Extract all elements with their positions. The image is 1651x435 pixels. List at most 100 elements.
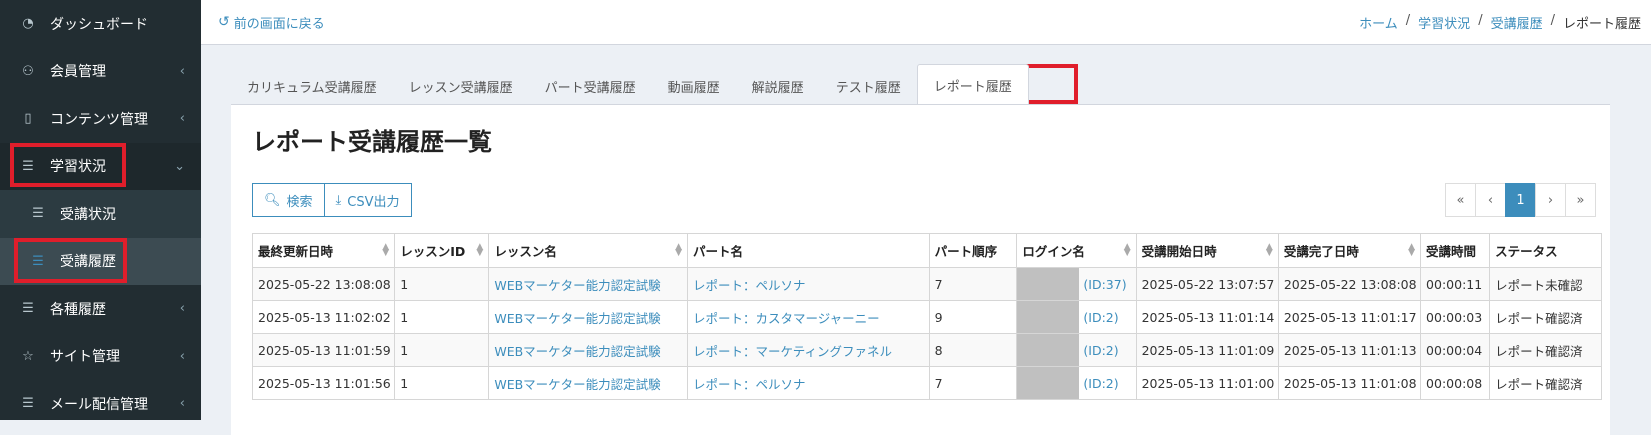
table-row: 2025-05-13 11:02:02 1 WEBマーケター能力認定試験 レポー…: [251, 300, 1602, 334]
cell-duration: 00:00:11: [1420, 267, 1491, 301]
search-button[interactable]: 🔍︎ 検索: [252, 183, 325, 217]
cell-start: 2025-05-22 13:07:57: [1135, 267, 1279, 301]
tab-video[interactable]: 動画履歴: [652, 67, 736, 105]
sidebar-item-label: ダッシュボード: [50, 16, 148, 33]
list-icon: ☰: [22, 301, 34, 317]
column-header[interactable]: レッスンID ▲ ▼: [394, 233, 490, 268]
page-1[interactable]: 1: [1505, 183, 1536, 217]
breadcrumb: ホーム / 学習状況 / 受講履歴 / レポート履歴: [1359, 13, 1641, 32]
sidebar-item-site-admin[interactable]: ☆ サイト管理 ‹: [0, 333, 201, 381]
pagination: « ‹ 1 › »: [1445, 183, 1596, 217]
column-header[interactable]: 受講完了日時 ▲ ▼: [1277, 233, 1422, 268]
sidebar-item-various-history[interactable]: ☰ 各種履歴 ‹: [0, 285, 201, 333]
cell-status: レポート未確認: [1489, 267, 1602, 301]
redaction-block: [1017, 301, 1080, 333]
breadcrumb-learning-status[interactable]: 学習状況: [1418, 13, 1470, 32]
sidebar-item-mail-admin[interactable]: ☰ メール配信管理 ‹: [0, 380, 201, 428]
chevron-left-icon: ‹: [179, 348, 185, 364]
table-row: 2025-05-22 13:08:08 1 WEBマーケター能力認定試験 レポー…: [251, 267, 1602, 301]
csv-button-label: CSV出力: [347, 194, 400, 210]
book-icon: ▯: [24, 111, 32, 127]
page-next[interactable]: ›: [1535, 183, 1566, 217]
sidebar-item-dashboard[interactable]: ◔ ダッシュボード: [0, 0, 201, 48]
breadcrumb-attendance-history[interactable]: 受講履歴: [1491, 13, 1543, 32]
star-icon: ☆: [22, 348, 34, 364]
list-icon: ☰: [22, 158, 34, 174]
table-row: 2025-05-13 11:01:56 1 WEBマーケター能力認定試験 レポー…: [251, 366, 1602, 400]
sidebar-item-attendance-history[interactable]: ☰ 受講履歴: [0, 237, 201, 285]
report-history-table: 最終更新日時 ▲ ▼ レッスンID ▲ ▼ レッスン名 ▲ ▼ パート名 パート順序 ログイ…: [251, 233, 1602, 400]
cell-lesson-id: 1: [394, 333, 490, 367]
chevron-left-icon: ‹: [179, 111, 185, 127]
download-icon: ⤓: [335, 192, 342, 208]
sidebar-item-label: メール配信管理: [50, 396, 148, 413]
column-header[interactable]: レッスン名 ▲ ▼: [488, 233, 689, 268]
chevron-left-icon: ‹: [179, 63, 185, 79]
csv-export-button[interactable]: ⤓ CSV出力: [324, 183, 412, 217]
cell-end: 2025-05-13 11:01:17: [1277, 300, 1422, 334]
sidebar-item-learning-status[interactable]: ☰ 学習状況 ⌄: [0, 142, 201, 190]
tab-report[interactable]: レポート履歴: [916, 64, 1029, 105]
cell-lesson-id: 1: [394, 366, 490, 400]
sort-icon: ▲ ▼: [1408, 242, 1416, 258]
tab-part[interactable]: パート受講履歴: [529, 67, 652, 105]
cell-lesson-name-link[interactable]: WEBマーケター能力認定試験: [488, 333, 689, 367]
column-header: パート名: [687, 233, 930, 268]
tab-curriculum[interactable]: カリキュラム受講履歴: [231, 67, 393, 105]
cell-end: 2025-05-13 11:01:13: [1277, 333, 1422, 367]
cell-duration: 00:00:04: [1420, 333, 1491, 367]
sort-icon: ▲ ▼: [675, 242, 683, 258]
cell-part-name-link[interactable]: レポート：ペルソナ: [687, 267, 930, 301]
sidebar-item-contents[interactable]: ▯ コンテンツ管理 ‹: [0, 95, 201, 143]
redaction-block: [1017, 367, 1080, 399]
sidebar-item-attendance-status[interactable]: ☰ 受講状況: [0, 190, 201, 238]
cell-start: 2025-05-13 11:01:09: [1135, 333, 1279, 367]
cell-lesson-name-link[interactable]: WEBマーケター能力認定試験: [488, 300, 689, 334]
tab-test[interactable]: テスト履歴: [820, 67, 917, 105]
redaction-block: [1017, 334, 1080, 366]
sort-icon: ▲ ▼: [1123, 242, 1131, 258]
tab-explanation[interactable]: 解説履歴: [736, 67, 820, 105]
page-title: レポート受講履歴一覧: [252, 128, 492, 156]
cell-duration: 00:00:03: [1420, 300, 1491, 334]
column-header[interactable]: 最終更新日時 ▲ ▼: [251, 233, 396, 268]
content-box: レポート受講履歴一覧 🔍︎ 検索 ⤓ CSV出力 « ‹ 1 › » 最終更新日…: [231, 104, 1610, 435]
breadcrumb-home[interactable]: ホーム: [1359, 13, 1398, 32]
sidebar-item-label: 各種履歴: [50, 301, 106, 318]
cell-login-name[interactable]: (ID:2): [1016, 366, 1137, 400]
column-header[interactable]: 受講開始日時 ▲ ▼: [1135, 233, 1279, 268]
redaction-block: [1017, 268, 1080, 300]
cell-login-name[interactable]: (ID:37): [1016, 267, 1137, 301]
cell-duration: 00:00:08: [1420, 366, 1491, 400]
sort-icon: ▲ ▼: [476, 242, 484, 258]
cell-part-name-link[interactable]: レポート：マーケティングファネル: [687, 333, 930, 367]
sort-icon: ▲ ▼: [382, 242, 390, 258]
cell-status: レポート確認済: [1489, 300, 1602, 334]
cell-login-name[interactable]: (ID:2): [1016, 300, 1137, 334]
sidebar-item-label: 会員管理: [50, 64, 106, 81]
search-icon: 🔍︎: [264, 192, 281, 208]
page-prev[interactable]: ‹: [1475, 183, 1506, 217]
sidebar-item-members[interactable]: ⚇ 会員管理 ‹: [0, 48, 201, 96]
cell-start: 2025-05-13 11:01:14: [1135, 300, 1279, 334]
table-header-row: 最終更新日時 ▲ ▼ レッスンID ▲ ▼ レッスン名 ▲ ▼ パート名 パート順序 ログイ…: [251, 233, 1602, 268]
cell-login-name[interactable]: (ID:2): [1016, 333, 1137, 367]
tab-lesson[interactable]: レッスン受講履歴: [393, 67, 529, 105]
cell-part-name-link[interactable]: レポート：ペルソナ: [687, 366, 930, 400]
page-first[interactable]: «: [1445, 183, 1476, 217]
list-icon: ☰: [22, 396, 34, 412]
table-row: 2025-05-13 11:01:59 1 WEBマーケター能力認定試験 レポー…: [251, 333, 1602, 367]
back-link[interactable]: ↺ 前の画面に戻る: [218, 13, 325, 32]
column-header: 受講時間: [1420, 233, 1491, 268]
cell-lesson-name-link[interactable]: WEBマーケター能力認定試験: [488, 267, 689, 301]
cell-lesson-name-link[interactable]: WEBマーケター能力認定試験: [488, 366, 689, 400]
chevron-down-icon: ⌄: [174, 158, 185, 174]
sidebar-item-label: 学習状況: [50, 159, 106, 176]
top-bar: ↺ 前の画面に戻る ホーム / 学習状況 / 受講履歴 / レポート履歴: [201, 0, 1651, 45]
column-header[interactable]: ログイン名 ▲ ▼: [1016, 233, 1137, 268]
cell-part-name-link[interactable]: レポート：カスタマージャーニー: [687, 300, 930, 334]
page-last[interactable]: »: [1565, 183, 1596, 217]
cell-part-order: 9: [928, 300, 1018, 334]
cell-part-order: 7: [928, 267, 1018, 301]
back-link-label: 前の画面に戻る: [233, 16, 325, 32]
